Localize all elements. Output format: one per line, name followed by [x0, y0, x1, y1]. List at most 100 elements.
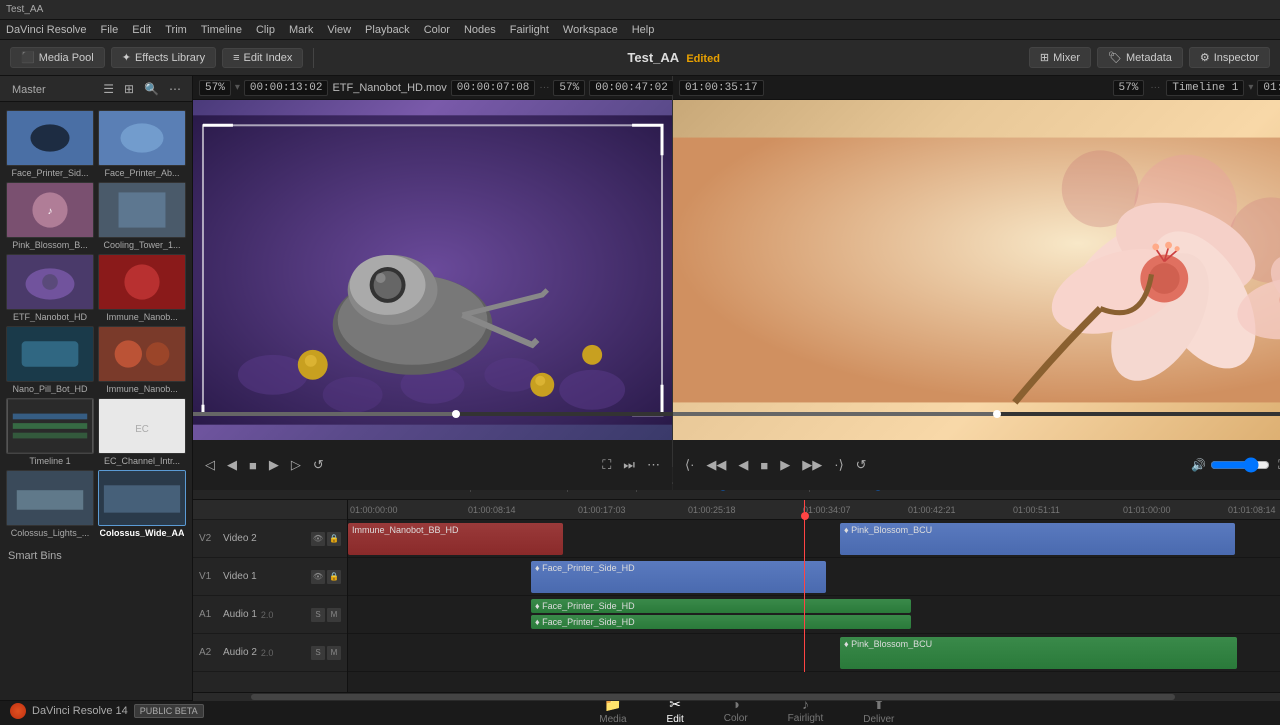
list-item[interactable]: Face_Printer_Ab... — [98, 110, 186, 178]
time-marker: 01:00:25:18 — [688, 505, 736, 515]
list-item[interactable]: EC EC_Channel_Intr... — [98, 398, 186, 466]
program-step-back-button[interactable]: ◀◀ — [702, 455, 730, 475]
master-label: Master — [8, 80, 50, 98]
smart-bins-label: Smart Bins — [4, 542, 188, 566]
track-v2-id: V2 — [199, 533, 219, 544]
metadata-button[interactable]: 🏷 Metadata — [1097, 47, 1183, 68]
clip-face-printer-v1[interactable]: ♦ Face_Printer_Side_HD — [531, 561, 826, 593]
source-zoom[interactable]: 57% — [199, 80, 231, 96]
list-item[interactable]: Colossus_Lights_... — [6, 470, 94, 538]
menu-item-clip[interactable]: Clip — [256, 24, 275, 36]
track-a1-mute[interactable]: M — [327, 608, 341, 622]
list-item[interactable]: Timeline 1 — [6, 398, 94, 466]
media-item-label: Cooling_Tower_1... — [103, 240, 180, 250]
track-a2-mute[interactable]: M — [327, 646, 341, 660]
list-item[interactable]: Nano_Pill_Bot_HD — [6, 326, 94, 394]
menu-item-playback[interactable]: Playback — [365, 24, 410, 36]
track-v1-controls: 👁 🔒 — [311, 570, 341, 584]
program-play-button[interactable]: ▶ — [776, 455, 794, 475]
menu-item-trim[interactable]: Trim — [165, 24, 187, 36]
list-view-button[interactable]: ☰ — [100, 80, 117, 98]
filter-button[interactable]: ⋯ — [166, 80, 184, 98]
source-fullscreen-button[interactable]: ⛶ — [598, 455, 615, 475]
track-v2-lock[interactable]: 🔒 — [327, 532, 341, 546]
source-progress-handle[interactable] — [452, 410, 460, 418]
list-item[interactable]: ♪ Pink_Blossom_B... — [6, 182, 94, 250]
menu-item-resolve[interactable]: DaVinci Resolve — [6, 24, 87, 36]
source-loop-button[interactable]: ↺ — [309, 455, 328, 475]
effects-icon: ✦ — [122, 51, 131, 64]
source-stop-button[interactable]: ■ — [245, 456, 261, 475]
clip-pink-blossom-v2[interactable]: ♦ Pink_Blossom_BCU — [840, 523, 1235, 555]
menu-item-mark[interactable]: Mark — [289, 24, 313, 36]
track-a1-solo[interactable]: S — [311, 608, 325, 622]
menu-item-file[interactable]: File — [101, 24, 119, 36]
program-step-fwd-button[interactable]: ▶▶ — [798, 455, 826, 475]
clip-pink-blossom-a2[interactable]: ♦ Pink_Blossom_BCU — [840, 637, 1237, 669]
svg-text:EC: EC — [135, 424, 149, 435]
clip-immune-nanobot[interactable]: Immune_Nanobot_BB_HD — [348, 523, 563, 555]
grid-view-button[interactable]: ⊞ — [121, 80, 137, 98]
source-zoom2[interactable]: 57% — [553, 80, 585, 96]
track-a2-solo[interactable]: S — [311, 646, 325, 660]
program-fullscreen-button[interactable]: ⛶ — [1274, 455, 1280, 475]
timeline-tracks: 01:00:00:00 01:00:08:14 01:00:17:03 01:0… — [348, 500, 1280, 692]
track-v1-eye[interactable]: 👁 — [311, 570, 325, 584]
clip-face-printer-a1-2[interactable]: ♦ Face_Printer_Side_HD — [531, 615, 911, 629]
source-step-back-button[interactable]: ◀ — [223, 455, 241, 475]
source-play-button[interactable]: ▶ — [265, 455, 283, 475]
source-settings-button[interactable]: ⋯ — [643, 455, 664, 475]
search-button[interactable]: 🔍 — [141, 80, 162, 98]
list-item[interactable]: Immune_Nanob... — [98, 326, 186, 394]
timeline-scrollbar[interactable] — [193, 692, 1280, 700]
list-item[interactable]: Cooling_Tower_1... — [98, 182, 186, 250]
list-item[interactable]: Immune_Nanob... — [98, 254, 186, 322]
program-go-out-button[interactable]: ·⟩ — [830, 455, 847, 475]
edit-index-button[interactable]: ≡ Edit Index — [222, 48, 303, 68]
title-text: Test_AA — [6, 4, 43, 15]
menu-item-nodes[interactable]: Nodes — [464, 24, 496, 36]
program-zoom[interactable]: 57% — [1113, 80, 1145, 96]
effects-library-button[interactable]: ✦ Effects Library — [111, 47, 216, 68]
time-marker: 01:01:08:14 — [1228, 505, 1276, 515]
program-timeline[interactable]: Timeline 1 — [1166, 80, 1244, 96]
menu-item-workspace[interactable]: Workspace — [563, 24, 618, 36]
program-stop-button[interactable]: ■ — [756, 456, 772, 475]
menu-item-timeline[interactable]: Timeline — [201, 24, 242, 36]
metadata-icon: 🏷 — [1108, 51, 1122, 64]
clip-face-printer-a1-1[interactable]: ♦ Face_Printer_Side_HD — [531, 599, 911, 613]
media-item-label: Pink_Blossom_B... — [12, 240, 88, 250]
source-next-button[interactable]: ⏭ — [619, 455, 639, 475]
project-name: Test_AA Edited — [324, 50, 1023, 65]
track-v1-lock[interactable]: 🔒 — [327, 570, 341, 584]
volume-slider[interactable] — [1210, 457, 1270, 473]
media-thumbnail — [98, 254, 186, 310]
menu-item-edit[interactable]: Edit — [132, 24, 151, 36]
track-a1-id: A1 — [199, 609, 219, 620]
source-frame-left-button[interactable]: ◁ — [201, 455, 219, 475]
mixer-button[interactable]: ⊞ Mixer — [1029, 47, 1091, 68]
list-item[interactable]: Colossus_Wide_AA — [98, 470, 186, 538]
program-go-in-button[interactable]: ⟨· — [681, 455, 698, 475]
source-frame-right-button[interactable]: ▷ — [287, 455, 305, 475]
menu-item-view[interactable]: View — [327, 24, 351, 36]
program-progress-handle[interactable] — [993, 410, 1001, 418]
menu-item-help[interactable]: Help — [632, 24, 655, 36]
menu-item-color[interactable]: Color — [424, 24, 450, 36]
track-v2-eye[interactable]: 👁 — [311, 532, 325, 546]
time-marker: 01:00:51:11 — [1013, 505, 1060, 515]
program-loop-button[interactable]: ↺ — [852, 455, 871, 475]
menu-item-fairlight[interactable]: Fairlight — [510, 24, 549, 36]
center-right: 57% ▾ 00:00:13:02 ETF_Nanobot_HD.mov 00:… — [193, 76, 1280, 700]
media-thumbnail — [98, 326, 186, 382]
media-pool-button[interactable]: ⬛ Media Pool — [10, 47, 105, 68]
list-item[interactable]: ETF_Nanobot_HD — [6, 254, 94, 322]
media-item-label: Timeline 1 — [29, 456, 70, 466]
list-item[interactable]: Face_Printer_Sid... — [6, 110, 94, 178]
program-progress-bar[interactable] — [673, 412, 1280, 416]
mixer-icon: ⊞ — [1040, 51, 1049, 64]
inspector-button[interactable]: ⚙ Inspector — [1189, 47, 1270, 68]
source-progress-bar[interactable] — [193, 412, 672, 416]
program-frame-back-button[interactable]: ◀ — [734, 455, 752, 475]
track-a1-volume: 2.0 — [261, 610, 274, 620]
